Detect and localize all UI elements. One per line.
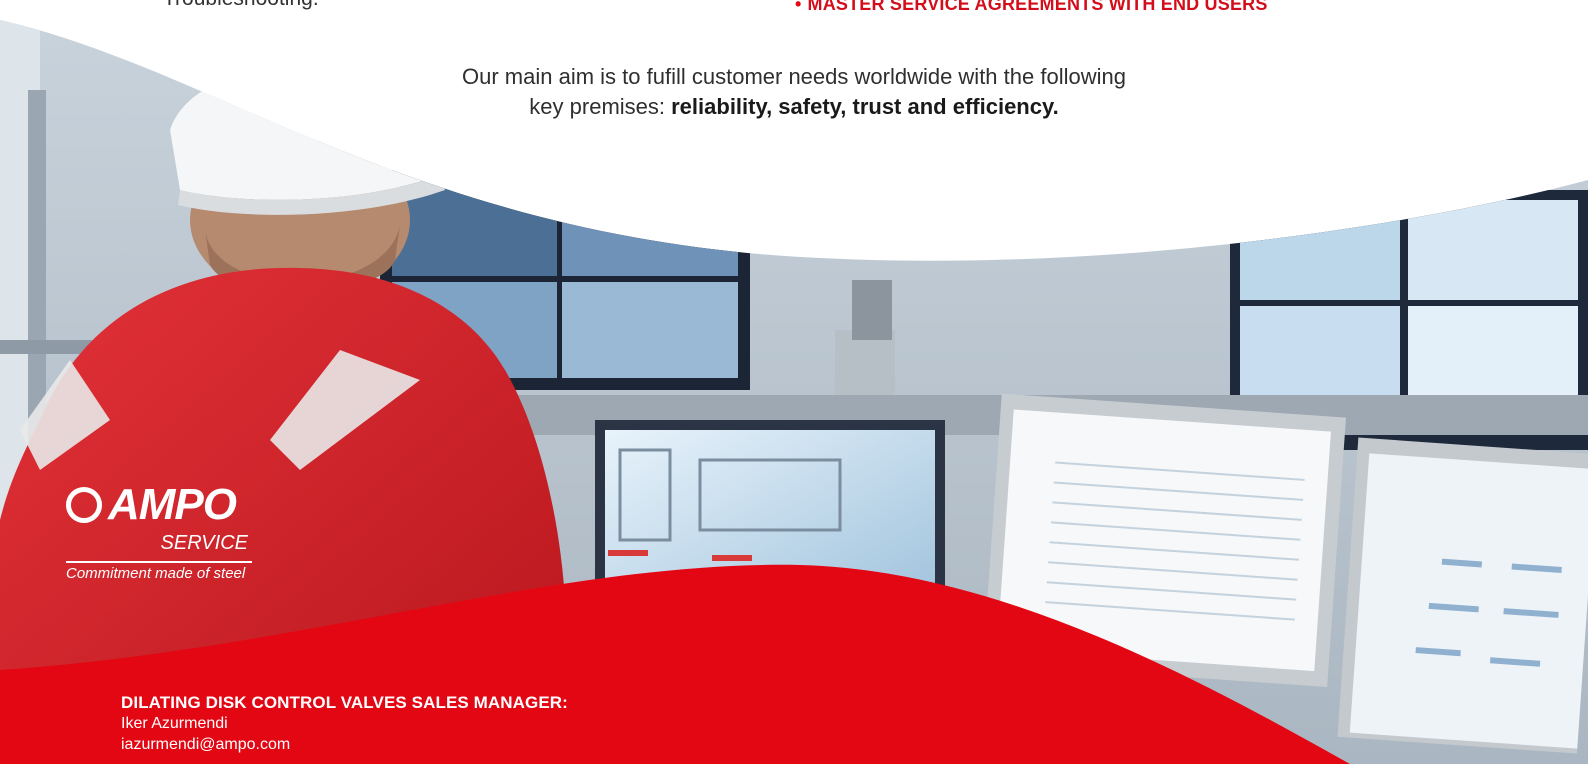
main-aim-statement: Our main aim is to fufill customer needs… [0,62,1588,122]
bullet-dot-icon: • [795,0,802,14]
aim-key-premises: reliability, safety, trust and efficienc… [671,94,1059,119]
top-right-bullet-text: MASTER SERVICE AGREEMENTS WITH END USERS [807,0,1268,14]
sales-contact-block: DILATING DISK CONTROL VALVES SALES MANAG… [121,692,568,755]
contact-title: DILATING DISK CONTROL VALVES SALES MANAG… [121,693,568,712]
ampo-service-logo: AMPO SERVICE Commitment made of steel [66,480,252,582]
aim-line-1: Our main aim is to fufill customer needs… [462,64,1126,89]
top-right-bullet-item: • MASTER SERVICE AGREEMENTS WITH END USER… [795,0,1268,15]
ampo-logo-sub: SERVICE [160,532,248,554]
contact-email-link[interactable]: iazurmendi@ampo.com [121,734,568,755]
ampo-logo-text: AMPO [108,480,237,529]
contact-name: Iker Azurmendi [121,715,228,732]
ampo-logo-icon [66,487,102,523]
aim-line-2-prefix: key premises: [529,94,672,119]
aim-line-2: key premises: reliability, safety, trust… [0,92,1588,122]
ampo-tagline: Commitment made of steel [66,565,246,582]
top-left-text-fragment: Troubleshooting. [163,0,319,11]
logo-divider [66,561,252,563]
